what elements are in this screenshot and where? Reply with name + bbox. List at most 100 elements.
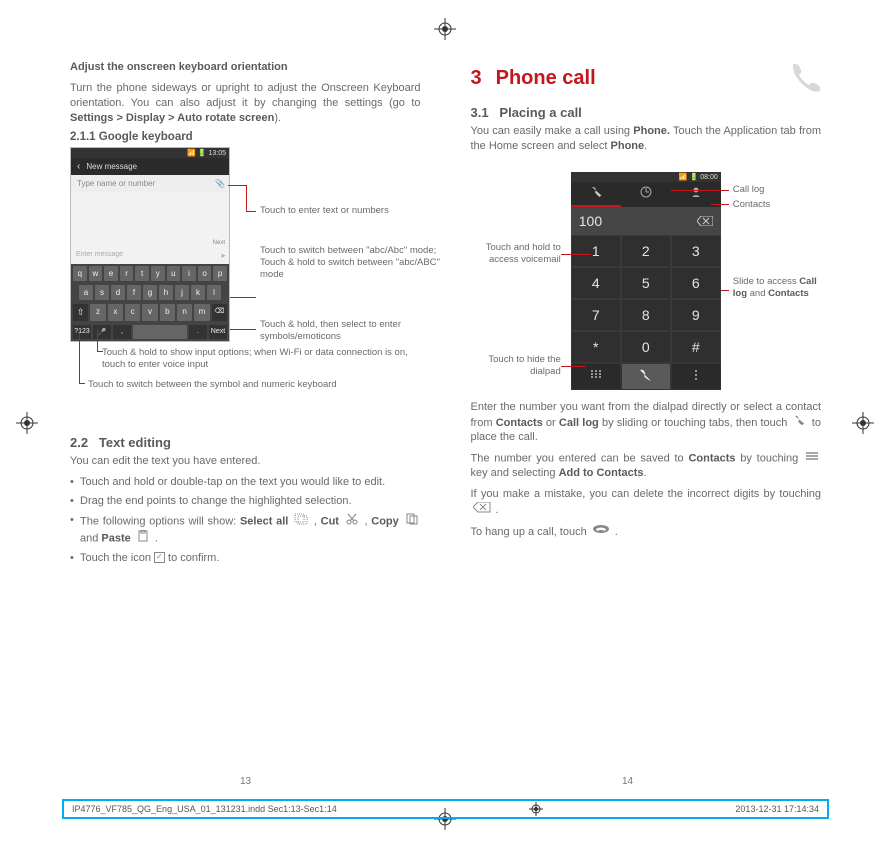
p5b: . <box>612 526 618 538</box>
edit4-a: Touch the icon <box>80 552 154 564</box>
kb-title: New message <box>86 162 137 171</box>
tab-calllog <box>621 182 671 207</box>
kb-key: k <box>191 285 205 300</box>
ph-bottom-bar <box>571 363 721 390</box>
edit3-selectall: Select all <box>240 515 288 527</box>
back-icon: ‹ <box>77 161 80 172</box>
p2b: by sliding or touching tabs, then touch <box>599 416 791 428</box>
footer-reg-icon <box>529 802 543 816</box>
kb-enter-text: Enter message <box>76 251 123 258</box>
keyboard-figure: 📶 🔋 13:05 ‹ New message Type name or num… <box>70 147 240 342</box>
kb-enter-message: Enter message ➤ <box>71 248 229 264</box>
kb-caption-sym: Touch to switch between the symbol and n… <box>88 377 430 391</box>
edit4-b: to confirm. <box>165 552 219 564</box>
registration-mark-right <box>852 412 874 437</box>
hide-dialpad-icon <box>571 363 621 390</box>
kb-caption-mic: Touch & hold to show input options; when… <box>102 345 430 371</box>
heading-22-title: Text editing <box>99 435 171 450</box>
page-number-right: 14 <box>622 776 633 787</box>
phone-chapter-icon <box>787 60 821 97</box>
para-enter-number: Enter the number you want from the dialp… <box>471 400 822 446</box>
registration-mark-left <box>16 412 38 437</box>
p2contacts: Contacts <box>496 416 543 428</box>
ph-key: 2 <box>621 235 671 267</box>
kb-key: s <box>95 285 109 300</box>
footer-date: 2013-12-31 17:14:34 <box>735 804 819 814</box>
hangup-icon-inline <box>592 524 610 540</box>
delete-icon-inline <box>473 502 491 518</box>
kb-next-label: Next <box>213 240 225 246</box>
edit-item-2: Drag the end points to change the highli… <box>70 494 421 509</box>
kb-key: Next <box>209 325 227 339</box>
footer-bar: IP4776_VF785_QG_Eng_USA_01_131231.indd S… <box>62 799 829 819</box>
edit3-and: and <box>80 532 101 544</box>
tab-phone <box>571 182 621 207</box>
kb-caption-symbols: Touch & hold, then select to enter symbo… <box>260 319 450 343</box>
kb-status-bar: 📶 🔋 13:05 <box>71 148 229 158</box>
cut-icon <box>345 513 359 530</box>
chapter-num: 3 <box>471 67 482 90</box>
right-column: 3 Phone call 3.1 Placing a call You can … <box>471 60 822 573</box>
kb-time: 13:05 <box>208 150 226 157</box>
menu-icon-inline <box>805 451 819 466</box>
kb-key: w <box>89 266 103 281</box>
slide-c: and <box>747 288 768 299</box>
kb-key: , <box>113 325 131 339</box>
p1phone2: Phone <box>611 140 645 152</box>
send-icon: ➤ <box>220 252 226 260</box>
kb-key: i <box>182 266 196 281</box>
left-column: Adjust the onscreen keyboard orientation… <box>70 60 421 573</box>
kb-topbar: ‹ New message <box>71 158 229 175</box>
heading-31: 3.1 Placing a call <box>471 105 822 120</box>
kb-key: u <box>167 266 181 281</box>
heading-211: 2.1.1 Google keyboard <box>70 131 421 143</box>
p3c: key and selecting <box>471 467 559 479</box>
kb-key: ⌫ <box>212 304 227 321</box>
kb-key: g <box>143 285 157 300</box>
kb-key <box>133 325 187 339</box>
heading-31-title: Placing a call <box>499 105 581 120</box>
kb-key: p <box>213 266 227 281</box>
ph-key: 5 <box>621 267 671 299</box>
kb-key: f <box>127 285 141 300</box>
ph-key: 0 <box>621 331 671 363</box>
p3a: The number you entered can be saved to <box>471 453 689 465</box>
para-31-intro: You can easily make a call using Phone. … <box>471 124 822 154</box>
edit-item-1: Touch and hold or double-tap on the text… <box>70 475 421 490</box>
chapter-heading: 3 Phone call <box>471 60 822 97</box>
kb-key: ?123 <box>73 325 91 339</box>
p3b: by touching <box>736 453 804 465</box>
p3add: Add to Contacts <box>559 467 644 479</box>
p1c: . <box>644 140 647 152</box>
ph-key: 6 <box>671 267 721 299</box>
ph-key: 7 <box>571 299 621 331</box>
ph-tabs <box>571 182 721 207</box>
heading-22-num: 2.2 <box>70 435 88 450</box>
p2calllog: Call log <box>559 416 599 428</box>
kb-caption-shift: Touch to switch between "abc/Abc" mode; … <box>260 245 450 281</box>
ph-time: 08:00 <box>700 174 718 181</box>
p3contacts: Contacts <box>688 453 735 465</box>
edit-item-3: The following options will show: Select … <box>70 513 421 547</box>
kb-placeholder: Type name or number <box>77 179 155 188</box>
call-button-icon <box>621 363 671 390</box>
kb-key: . <box>189 325 207 339</box>
caption-calllog: Call log <box>733 184 765 196</box>
edit3-cut: Cut <box>321 515 339 527</box>
kb-keyboard: qwertyuiop asdfghjkl ⇧zxcvbnm⌫ ?123🎤,.Ne… <box>71 264 229 341</box>
footer-file: IP4776_VF785_QG_Eng_USA_01_131231.indd S… <box>72 804 337 814</box>
ph-keypad: 123456789*0# <box>571 235 721 363</box>
attach-icon: 📎 <box>215 179 225 188</box>
ph-display: 100 <box>571 207 721 235</box>
kb-key: m <box>194 304 209 321</box>
para-adjust-close: ). <box>274 112 281 124</box>
para-hangup: To hang up a call, touch . <box>471 524 822 540</box>
edit-list: Touch and hold or double-tap on the text… <box>70 475 421 565</box>
kb-key: l <box>207 285 221 300</box>
confirm-icon <box>154 552 165 563</box>
caption-contacts: Contacts <box>733 199 771 211</box>
delete-digit-icon <box>697 213 713 229</box>
para-save-contacts: The number you entered can be saved to C… <box>471 451 822 481</box>
kb-key: t <box>135 266 149 281</box>
p4a: If you make a mistake, you can delete th… <box>471 488 822 500</box>
